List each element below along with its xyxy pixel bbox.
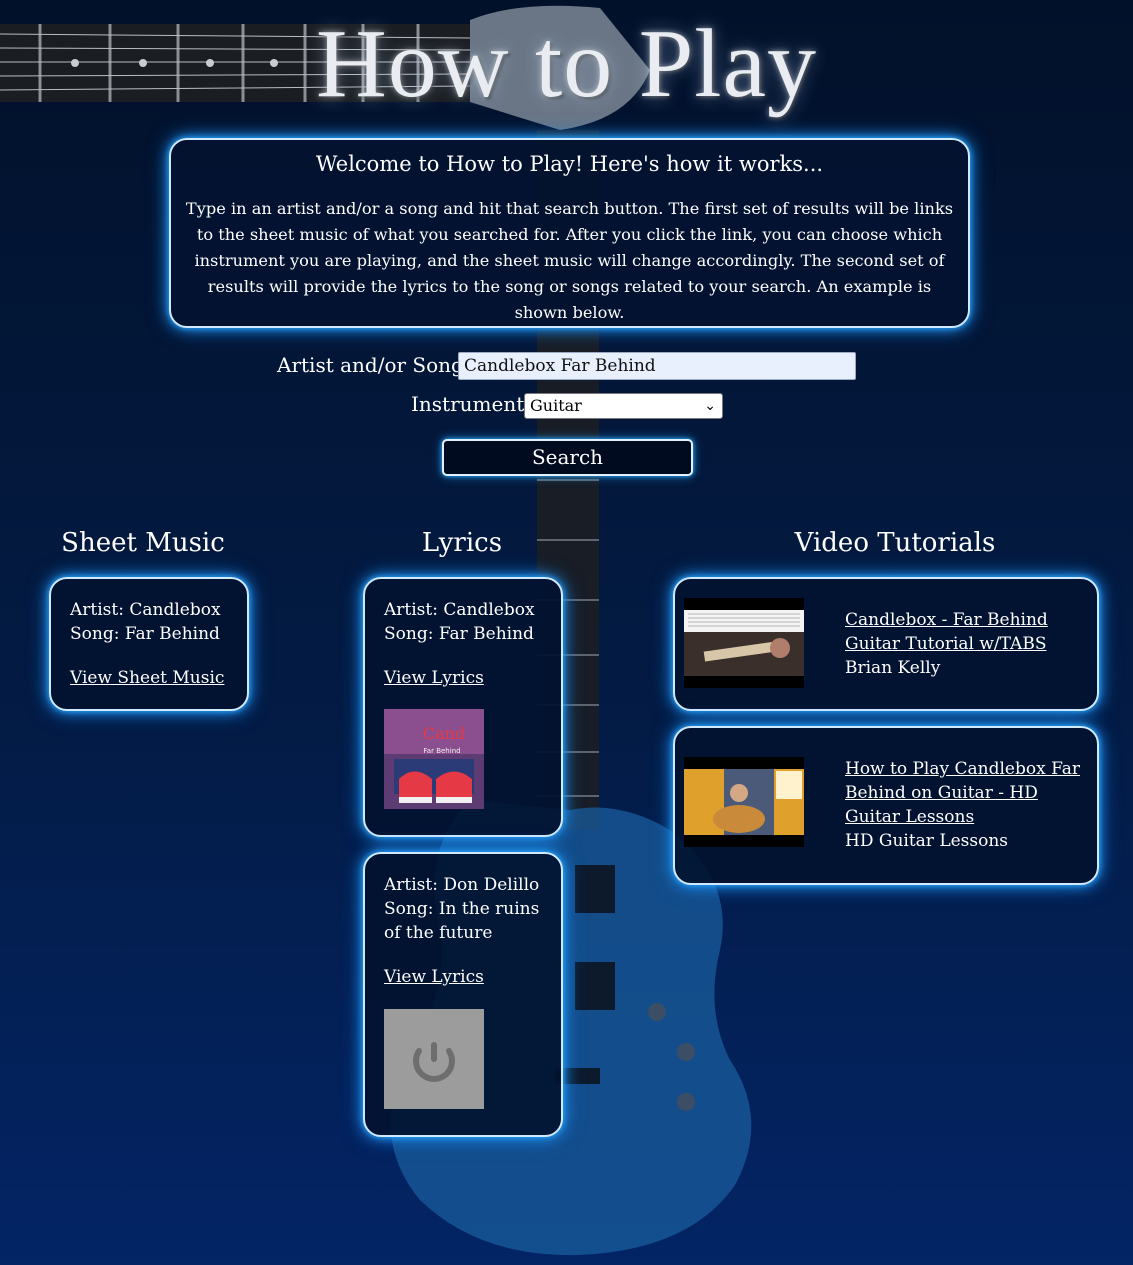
video-title-link[interactable]: Candlebox - Far Behind Guitar Tutorial w… bbox=[845, 610, 1048, 654]
welcome-heading: Welcome to How to Play! Here's how it wo… bbox=[315, 152, 824, 176]
artist-song-input[interactable]: Candlebox Far Behind bbox=[458, 352, 856, 380]
search-button[interactable]: Search bbox=[442, 439, 693, 476]
instrument-selected-value: Guitar bbox=[530, 396, 582, 415]
instrument-label: Instrument: bbox=[411, 392, 531, 416]
artist-song-label: Artist and/or Song: bbox=[277, 353, 471, 377]
lyrics-song: Song: Far Behind bbox=[384, 624, 534, 644]
welcome-panel: Welcome to How to Play! Here's how it wo… bbox=[169, 138, 970, 328]
sheet-artist: Artist: Candlebox bbox=[70, 600, 221, 620]
svg-text:Cand: Cand bbox=[423, 724, 465, 743]
video-thumbnail[interactable] bbox=[684, 598, 804, 688]
album-cover-image[interactable]: Cand Far Behind bbox=[384, 709, 484, 809]
chevron-down-icon: ⌄ bbox=[704, 398, 716, 414]
video-channel: HD Guitar Lessons bbox=[845, 831, 1009, 851]
lyrics-artist: Artist: Don Delillo bbox=[384, 875, 540, 895]
instrument-select[interactable]: Guitar ⌄ bbox=[524, 393, 723, 419]
video-card: Candlebox - Far Behind Guitar Tutorial w… bbox=[673, 577, 1099, 711]
view-lyrics-link[interactable]: View Lyrics bbox=[384, 668, 484, 688]
sheet-music-card: Artist: Candlebox Song: Far Behind View … bbox=[49, 577, 249, 711]
lyrics-artist: Artist: Candlebox bbox=[384, 600, 535, 620]
lyrics-card: Artist: Don Delillo Song: In the ruins o… bbox=[363, 852, 563, 1137]
video-tutorials-heading: Video Tutorials bbox=[794, 528, 996, 558]
lyrics-heading: Lyrics bbox=[421, 528, 503, 558]
page-title: How to Play bbox=[316, 10, 817, 118]
sheet-song: Song: Far Behind bbox=[70, 624, 220, 644]
view-lyrics-link[interactable]: View Lyrics bbox=[384, 967, 484, 987]
video-channel: Brian Kelly bbox=[845, 658, 941, 678]
view-sheet-music-link[interactable]: View Sheet Music bbox=[70, 668, 224, 688]
sheet-music-heading: Sheet Music bbox=[61, 528, 225, 558]
video-thumbnail[interactable] bbox=[684, 757, 804, 847]
video-card: How to Play Candlebox Far Behind on Guit… bbox=[673, 726, 1099, 885]
video-title-link[interactable]: How to Play Candlebox Far Behind on Guit… bbox=[845, 759, 1080, 827]
artist-song-row: Artist and/or Song: bbox=[277, 351, 471, 379]
placeholder-image[interactable] bbox=[384, 1009, 484, 1109]
lyrics-song: Song: In the ruins of the future bbox=[384, 899, 540, 943]
lyrics-card: Artist: Candlebox Song: Far Behind View … bbox=[363, 577, 563, 837]
welcome-description: Type in an artist and/or a song and hit … bbox=[185, 199, 954, 322]
svg-text:Far Behind: Far Behind bbox=[423, 747, 460, 755]
instrument-row: Instrument: bbox=[411, 390, 531, 418]
